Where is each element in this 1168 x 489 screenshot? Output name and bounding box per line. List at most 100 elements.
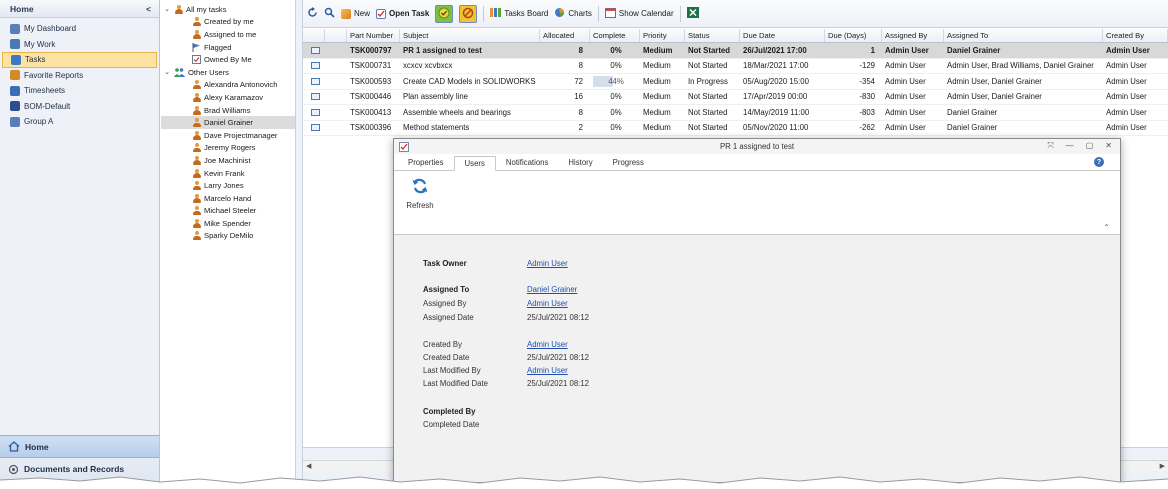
task-checkbox-icon[interactable] bbox=[310, 124, 320, 132]
tree-user-brad-williams[interactable]: Brad Williams bbox=[161, 104, 295, 117]
tree-assigned-to-me[interactable]: Assigned to me bbox=[161, 28, 295, 41]
tab-history[interactable]: History bbox=[558, 155, 602, 170]
flag-column-header[interactable] bbox=[325, 29, 347, 42]
tree-other-users[interactable]: ⌄ Other Users bbox=[161, 66, 295, 79]
tab-properties[interactable]: Properties bbox=[398, 155, 454, 170]
task-checkbox-icon[interactable] bbox=[310, 77, 320, 85]
row-flag-cell[interactable] bbox=[325, 59, 347, 74]
row-flag-cell[interactable] bbox=[325, 121, 347, 136]
column-header-allocated[interactable]: Allocated bbox=[540, 29, 590, 42]
new-task-button[interactable]: New bbox=[341, 8, 370, 19]
export-excel-button[interactable] bbox=[686, 7, 699, 20]
maximize-icon[interactable]: ▢ bbox=[1086, 141, 1094, 151]
tree-user-daniel-grainer[interactable]: Daniel Grainer bbox=[161, 116, 295, 129]
minimize-icon[interactable]: — bbox=[1066, 141, 1074, 151]
nav-item-my-work[interactable]: My Work bbox=[0, 37, 159, 53]
refresh-tool-button[interactable] bbox=[307, 7, 318, 20]
column-header-complete[interactable]: Complete bbox=[590, 29, 640, 42]
task-owner-link[interactable]: Admin User bbox=[527, 259, 568, 268]
scroll-left-icon[interactable]: ◀ bbox=[306, 462, 311, 470]
task-checkbox-icon[interactable] bbox=[310, 93, 320, 101]
table-row[interactable]: TSK000396 Method statements 2 0% Medium Not S… bbox=[303, 121, 1168, 136]
row-flag-cell[interactable] bbox=[325, 43, 347, 58]
tree-user-larry-jones[interactable]: Larry Jones bbox=[161, 179, 295, 192]
help-icon[interactable]: ? bbox=[1094, 157, 1104, 167]
created-by-label: Created By bbox=[423, 340, 463, 349]
charts-button[interactable]: Charts bbox=[554, 7, 592, 20]
open-task-label: Open Task bbox=[389, 9, 430, 18]
table-row[interactable]: TSK000797 PR 1 assigned to test 8 0% Medium N… bbox=[303, 43, 1168, 59]
open-task-button[interactable]: Open Task bbox=[376, 8, 430, 19]
tree-user-jeremy-rogers[interactable]: Jeremy Rogers bbox=[161, 142, 295, 155]
column-header-due-days-[interactable]: Due (Days) bbox=[825, 29, 882, 42]
scroll-right-icon[interactable]: ▶ bbox=[1160, 462, 1165, 470]
tree-item-label: Marcelo Hand bbox=[204, 193, 252, 203]
tree-created-by-me[interactable]: Created by me bbox=[161, 16, 295, 29]
tree-user-kevin-frank[interactable]: Kevin Frank bbox=[161, 167, 295, 180]
nav-item-my-dashboard[interactable]: My Dashboard bbox=[0, 21, 159, 37]
last-modified-by-link[interactable]: Admin User bbox=[527, 366, 568, 375]
restore-layout-icon[interactable]: ⤧ bbox=[1047, 141, 1053, 151]
dialog-refresh-button[interactable]: Refresh bbox=[402, 177, 438, 210]
table-row[interactable]: TSK000413 Assemble wheels and bearings 8 0%… bbox=[303, 105, 1168, 121]
column-header-part-number[interactable]: Part Number bbox=[347, 29, 400, 42]
search-tool-button[interactable] bbox=[324, 7, 335, 20]
tree-user-michael-steeler[interactable]: Michael Steeler bbox=[161, 205, 295, 218]
row-flag-cell[interactable] bbox=[325, 105, 347, 120]
collapse-nav-button[interactable]: < bbox=[146, 4, 151, 14]
nav-item-timesheets[interactable]: Timesheets bbox=[0, 83, 159, 99]
table-row[interactable]: TSK000731 xcxcv xcvbxcx 8 0% Medium Not Start… bbox=[303, 59, 1168, 74]
tab-users[interactable]: Users bbox=[453, 156, 496, 171]
tree-user-dave-projectmanager[interactable]: Dave Projectmanager bbox=[161, 129, 295, 142]
table-row[interactable]: TSK000446 Plan assembly line 16 0% Medium Not… bbox=[303, 90, 1168, 105]
tree-owned-by-me[interactable]: Owned By Me bbox=[161, 53, 295, 66]
assigned-to-link[interactable]: Daniel Grainer bbox=[527, 285, 577, 294]
tree-user-alexandra-antonovich[interactable]: Alexandra Antonovich bbox=[161, 79, 295, 92]
row-select-cell[interactable] bbox=[303, 105, 325, 120]
assigned-by-link[interactable]: Admin User bbox=[527, 299, 568, 308]
pane-splitter[interactable] bbox=[296, 0, 303, 489]
tree-flagged[interactable]: Flagged bbox=[161, 41, 295, 54]
task-checkbox-icon[interactable] bbox=[310, 62, 320, 70]
task-checkbox-icon[interactable] bbox=[310, 46, 320, 54]
nav-item-favorite-reports[interactable]: Favorite Reports bbox=[0, 68, 159, 84]
complete-toggle-button[interactable] bbox=[435, 4, 454, 23]
tree-user-joe-machinist[interactable]: Joe Machinist bbox=[161, 154, 295, 167]
created-by-link[interactable]: Admin User bbox=[527, 340, 568, 349]
tree-user-marcelo-hand[interactable]: Marcelo Hand bbox=[161, 192, 295, 205]
nav-home-button[interactable]: Home bbox=[0, 436, 159, 458]
column-header-assigned-by[interactable]: Assigned By bbox=[882, 29, 944, 42]
column-header-assigned-to[interactable]: Assigned To bbox=[944, 29, 1103, 42]
expand-chevron-icon[interactable]: ⌄ bbox=[163, 5, 171, 13]
row-select-cell[interactable] bbox=[303, 74, 325, 89]
nav-item-bom-default[interactable]: BOM-Default bbox=[0, 99, 159, 115]
tab-progress[interactable]: Progress bbox=[603, 155, 654, 170]
tree-user-alexy-karamazov[interactable]: Alexy Karamazov bbox=[161, 91, 295, 104]
collapse-ribbon-icon[interactable]: ⌃ bbox=[1103, 223, 1110, 232]
row-flag-cell[interactable] bbox=[325, 90, 347, 105]
select-column-header[interactable] bbox=[303, 29, 325, 42]
tab-notifications[interactable]: Notifications bbox=[496, 155, 558, 170]
tree-user-sparky-demilo[interactable]: Sparky DeMilo bbox=[161, 230, 295, 243]
column-header-priority[interactable]: Priority bbox=[640, 29, 685, 42]
row-select-cell[interactable] bbox=[303, 59, 325, 74]
column-header-status[interactable]: Status bbox=[685, 29, 740, 42]
column-header-subject[interactable]: Subject bbox=[400, 29, 540, 42]
nav-item-tasks[interactable]: Tasks bbox=[2, 52, 157, 68]
column-header-created-by[interactable]: Created By bbox=[1103, 29, 1168, 42]
task-checkbox-icon[interactable] bbox=[310, 108, 320, 116]
tree-user-mike-spender[interactable]: Mike Spender bbox=[161, 217, 295, 230]
nav-item-group-a[interactable]: Group A bbox=[0, 114, 159, 130]
close-icon[interactable]: ✕ bbox=[1105, 141, 1112, 151]
expand-chevron-icon[interactable]: ⌄ bbox=[163, 68, 171, 76]
row-flag-cell[interactable] bbox=[325, 74, 347, 89]
cancel-toggle-button[interactable] bbox=[459, 4, 478, 23]
column-header-due-date[interactable]: Due Date bbox=[740, 29, 825, 42]
table-row[interactable]: TSK000593 Create CAD Models in SOLIDWORKS… bbox=[303, 74, 1168, 90]
tasks-board-button[interactable]: Tasks Board bbox=[490, 7, 548, 20]
tree-all-my-tasks[interactable]: ⌄ All my tasks bbox=[161, 3, 295, 16]
row-select-cell[interactable] bbox=[303, 43, 325, 58]
row-select-cell[interactable] bbox=[303, 121, 325, 136]
show-calendar-button[interactable]: Show Calendar bbox=[604, 7, 674, 20]
row-select-cell[interactable] bbox=[303, 90, 325, 105]
